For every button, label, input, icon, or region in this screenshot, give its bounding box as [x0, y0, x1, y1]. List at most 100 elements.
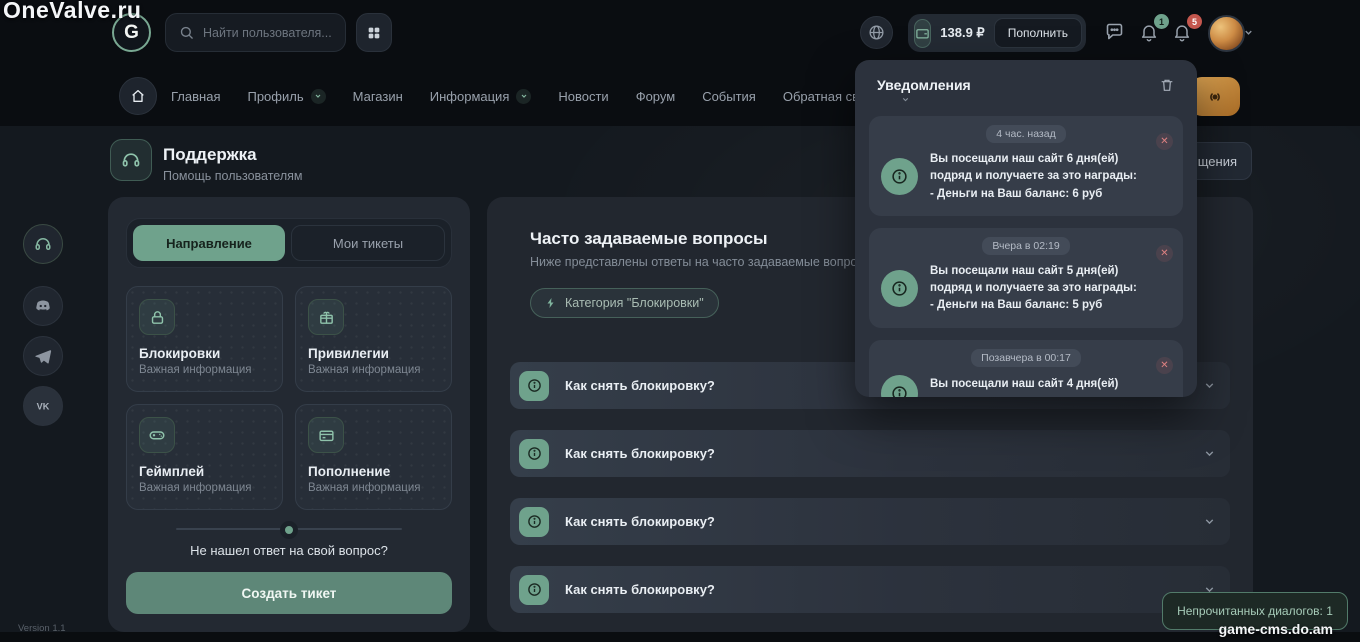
notification-time: Вчера в 02:19 — [982, 237, 1069, 255]
profile-chevron-down-icon[interactable] — [1243, 27, 1254, 38]
faq-subtitle: Ниже представлены ответы на часто задава… — [530, 255, 873, 269]
nav-item-forum[interactable]: Форум — [636, 89, 676, 104]
nav-item-information[interactable]: Информация — [430, 89, 532, 104]
grid-icon — [366, 25, 382, 41]
trash-icon — [1159, 77, 1175, 93]
category-title: Пополнение — [308, 464, 439, 479]
wallet-widget: 138.9 ₽ Пополнить — [908, 14, 1086, 52]
clear-notifications-button[interactable] — [1159, 77, 1175, 93]
chevron-down-icon — [1203, 447, 1216, 460]
support-rail-button[interactable] — [23, 224, 63, 264]
tab-my-tickets[interactable]: Мои тикеты — [291, 225, 445, 261]
category-grid: Блокировки Важная информация Привилегии … — [126, 286, 452, 510]
category-title: Геймплей — [139, 464, 270, 479]
category-slider — [126, 519, 452, 539]
gift-icon — [308, 299, 344, 335]
nav-item-profile[interactable]: Профиль — [247, 89, 325, 104]
nav-item-home[interactable]: Главная — [171, 89, 220, 104]
messages-button[interactable] — [1104, 21, 1125, 42]
chevron-down-icon — [1203, 515, 1216, 528]
notification-item: 4 час. назад ✕ Вы посещали наш сайт 6 дн… — [869, 116, 1183, 216]
topup-button[interactable]: Пополнить — [994, 18, 1082, 48]
watermark-gamecms: game-cms.do.am — [1219, 621, 1333, 637]
close-icon[interactable]: ✕ — [1156, 357, 1173, 374]
footer-strip — [0, 632, 1360, 642]
discord-button[interactable] — [23, 286, 63, 326]
faq-category-chip[interactable]: Категория "Блокировки" — [530, 288, 719, 318]
faq-item[interactable]: Как снять блокировку? — [510, 430, 1230, 477]
user-search[interactable] — [165, 13, 346, 52]
nav-home-button[interactable] — [119, 77, 157, 115]
faq-question: Как снять блокировку? — [565, 514, 715, 529]
category-subtitle: Важная информация — [308, 364, 439, 376]
telegram-button[interactable] — [23, 336, 63, 376]
page-title: Поддержка — [163, 145, 257, 165]
stream-live-button[interactable] — [1190, 77, 1240, 116]
close-icon[interactable]: ✕ — [1156, 245, 1173, 262]
category-card-blocks[interactable]: Блокировки Важная информация — [126, 286, 283, 392]
faq-item[interactable]: Как снять блокировку? — [510, 498, 1230, 545]
apps-grid-button[interactable] — [356, 13, 392, 52]
chevron-down-icon — [901, 95, 971, 104]
category-card-privileges[interactable]: Привилегии Важная информация — [295, 286, 452, 392]
alerts-button-primary[interactable]: 1 — [1139, 22, 1161, 46]
wallet-icon — [914, 19, 931, 48]
support-tabs: Направление Мои тикеты — [126, 218, 452, 268]
info-icon — [519, 371, 549, 401]
faq-list: Как снять блокировку? Как снять блокиров… — [510, 362, 1230, 632]
ticket-prompt: Не нашел ответ на свой вопрос? — [126, 543, 452, 559]
info-icon — [519, 575, 549, 605]
lightning-icon — [545, 297, 557, 309]
support-panel: Направление Мои тикеты Блокировки Важная… — [108, 197, 470, 632]
watermark-onevalve: OneValve.ru — [3, 0, 141, 24]
info-icon — [881, 270, 918, 307]
notification-text: Вы посещали наш сайт 4 дня(ей) подряд и … — [930, 376, 1137, 397]
info-icon — [881, 375, 918, 398]
balance-amount: 138.9 ₽ — [940, 25, 984, 41]
telegram-icon — [34, 347, 52, 365]
faq-item[interactable]: Как снять блокировку? — [510, 566, 1230, 613]
main-navigation: Главная Профиль Магазин Информация Новос… — [171, 77, 901, 115]
notification-text: Вы посещали наш сайт 6 дня(ей) подряд и … — [930, 151, 1137, 203]
language-button[interactable] — [860, 16, 893, 49]
search-icon — [179, 25, 194, 40]
category-card-gameplay[interactable]: Геймплей Важная информация — [126, 404, 283, 510]
lock-icon — [139, 299, 175, 335]
category-title: Блокировки — [139, 346, 270, 361]
nav-item-events[interactable]: События — [702, 89, 756, 104]
category-subtitle: Важная информация — [139, 364, 270, 376]
alerts-button-secondary[interactable]: 5 — [1172, 22, 1194, 46]
create-ticket-button[interactable]: Создать тикет — [126, 572, 452, 614]
notifications-dropdown: Уведомления 4 час. назад ✕ Вы посещали н… — [855, 60, 1197, 397]
discord-icon — [33, 296, 53, 316]
home-icon — [130, 88, 146, 104]
credit-card-icon — [308, 417, 344, 453]
notification-text: Вы посещали наш сайт 5 дня(ей) подряд и … — [930, 263, 1137, 315]
notifications-title: Уведомления — [877, 77, 971, 93]
tab-directions[interactable]: Направление — [133, 225, 285, 261]
vk-button[interactable]: VK — [23, 386, 63, 426]
close-icon[interactable]: ✕ — [1156, 133, 1173, 150]
category-subtitle: Важная информация — [308, 482, 439, 494]
category-subtitle: Важная информация — [139, 482, 270, 494]
headset-icon — [34, 235, 52, 253]
faq-question: Как снять блокировку? — [565, 378, 715, 393]
chevron-down-icon — [311, 89, 326, 104]
signal-icon — [1205, 87, 1225, 107]
category-card-topup[interactable]: Пополнение Важная информация — [295, 404, 452, 510]
svg-text:VK: VK — [37, 401, 50, 411]
notification-time: 4 час. назад — [986, 125, 1065, 143]
search-input[interactable] — [203, 26, 332, 40]
page-subtitle: Помощь пользователям — [163, 169, 303, 183]
chevron-down-icon — [516, 89, 531, 104]
support-headset-icon — [110, 139, 152, 181]
logo-letter: G — [124, 22, 139, 44]
vk-icon: VK — [33, 396, 53, 416]
faq-question: Как снять блокировку? — [565, 446, 715, 461]
nav-item-news[interactable]: Новости — [558, 89, 608, 104]
notifications-header: Уведомления — [869, 75, 1183, 104]
user-avatar[interactable] — [1208, 15, 1245, 52]
nav-item-shop[interactable]: Магазин — [353, 89, 403, 104]
slider-handle[interactable] — [280, 521, 298, 539]
chevron-down-icon — [1203, 379, 1216, 392]
